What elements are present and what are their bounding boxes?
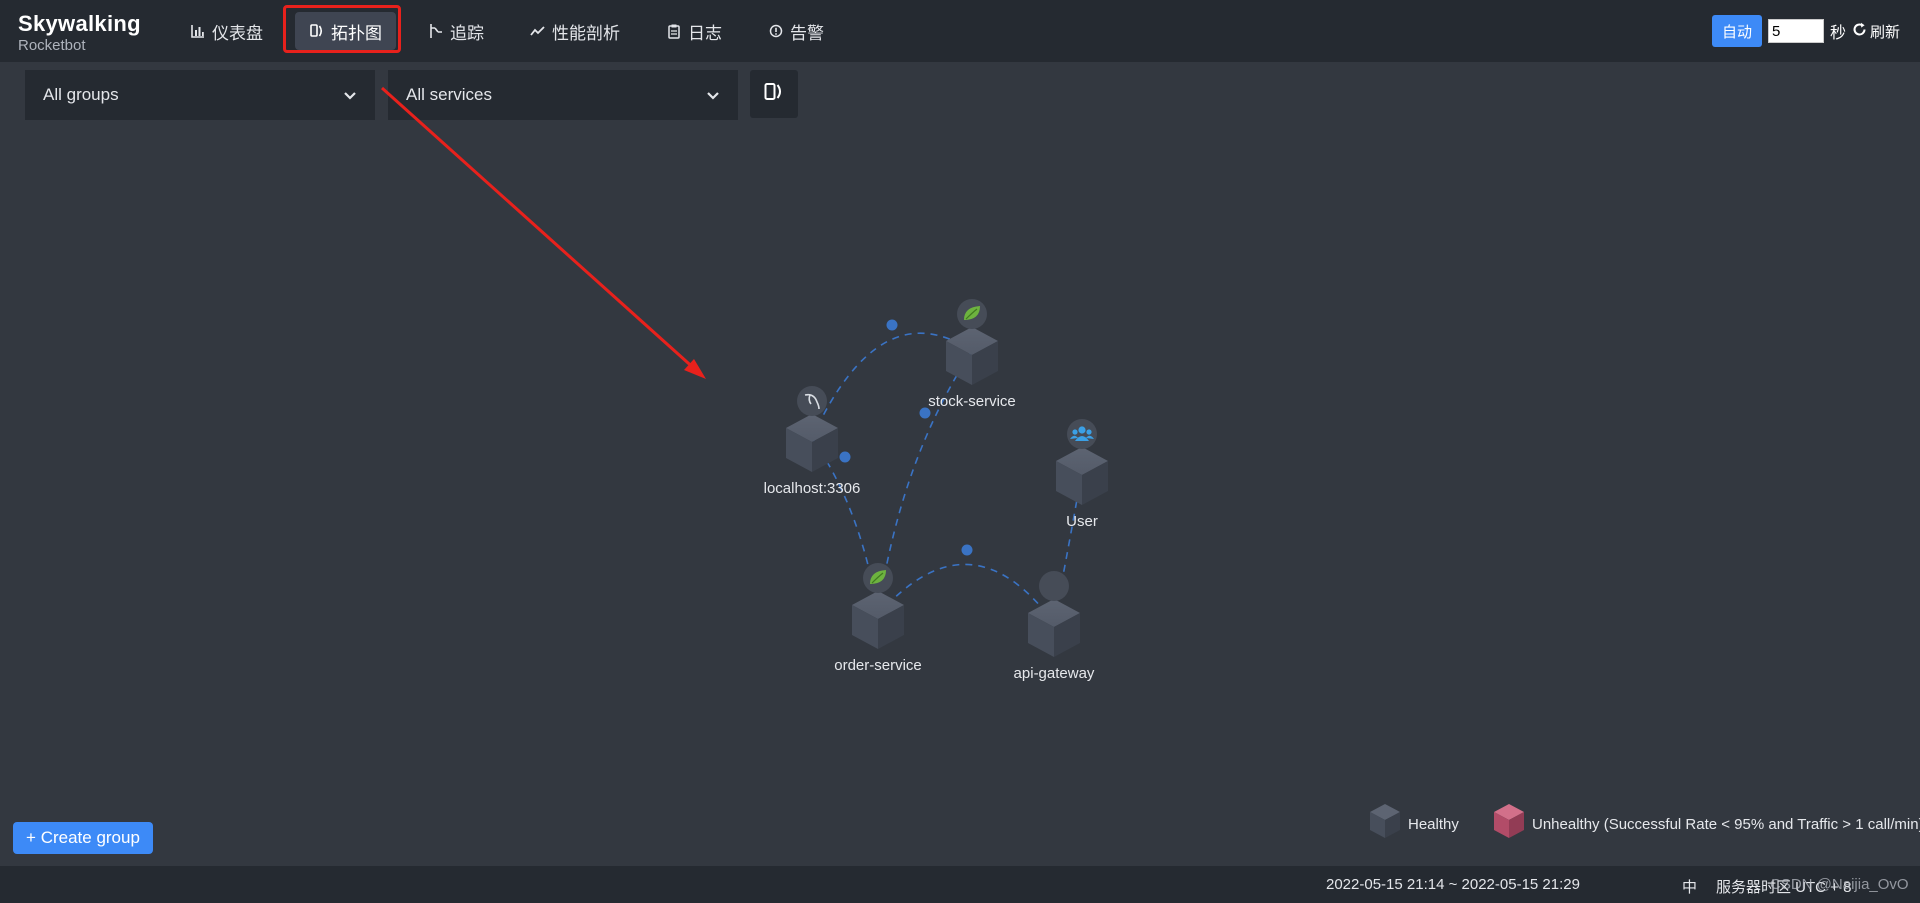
legend-unhealthy-label: Unhealthy (Successful Rate < 95% and Tra… [1532, 815, 1920, 833]
service-cube [786, 414, 838, 472]
topology-node-db[interactable]: localhost:3306 [764, 386, 861, 497]
refresh-interval-input[interactable] [1767, 19, 1824, 43]
skywalking-logo: Skywalking [18, 11, 141, 36]
legend-unhealthy-cube [1494, 804, 1524, 838]
top-bar: Skywalking Rocketbot 仪表盘 拓扑图 追踪 性能剖析 日志 … [0, 0, 1920, 62]
topology-view-toggle-button[interactable] [750, 70, 798, 118]
refresh-button[interactable]: 刷新 [1852, 21, 1900, 42]
footer-bar: 2022-05-15 21:14 ~ 2022-05-15 21:29 中 服务… [0, 866, 1920, 903]
bar-chart-icon [190, 23, 206, 39]
nav-item-alarm[interactable]: 告警 [754, 12, 838, 50]
annotation-arrow [380, 86, 699, 373]
refresh-icon [1852, 22, 1867, 41]
legend-healthy-label: Healthy [1408, 815, 1459, 833]
service-select-value: All services [406, 85, 492, 104]
nav-item-trace[interactable]: 追踪 [414, 12, 498, 50]
topology-node-stock[interactable]: stock-service [928, 299, 1016, 410]
node-label: order-service [834, 657, 922, 674]
node-label: stock-service [928, 393, 1016, 410]
group-select[interactable]: All groups [25, 70, 375, 120]
node-label: api-gateway [1014, 665, 1095, 682]
nav-item-logs[interactable]: 日志 [652, 12, 736, 50]
legend-healthy: Healthy [1408, 804, 1459, 844]
service-select[interactable]: All services [388, 70, 738, 120]
topology-nodes: stock-service localhost:3306 User order-ser… [764, 299, 1108, 682]
mysql-dolphin-icon [797, 386, 827, 416]
nav-label-trace: 追踪 [450, 23, 484, 43]
create-group-button[interactable]: + Create group [13, 822, 153, 854]
nav-label-topology: 拓扑图 [331, 23, 382, 43]
seconds-label: 秒 [1829, 25, 1846, 42]
alarm-icon [768, 23, 784, 39]
nav-item-topology[interactable]: 拓扑图 [295, 12, 396, 50]
topology-link-order-gateway[interactable] [877, 544, 1055, 624]
link-call-dot[interactable] [961, 544, 973, 556]
node-label: localhost:3306 [764, 480, 861, 497]
chevron-down-icon [343, 91, 357, 100]
topology-graph: stock-service localhost:3306 User order-ser… [380, 86, 1524, 838]
link-call-dot[interactable] [886, 319, 898, 331]
topology-icon [309, 23, 325, 39]
clipboard-icon [666, 23, 682, 39]
brand: Skywalking Rocketbot [18, 12, 141, 55]
language-toggle[interactable]: 中 [1682, 876, 1697, 897]
main-nav: 仪表盘 拓扑图 追踪 性能剖析 日志 告警 [176, 12, 856, 50]
csdn-watermark: CSDN @Naijia_OvO [1770, 876, 1909, 893]
chevron-down-icon [706, 91, 720, 100]
refresh-label: 刷新 [1869, 23, 1900, 41]
topology-node-user[interactable]: User [1056, 419, 1108, 530]
nav-label-profiling: 性能剖析 [552, 23, 620, 43]
service-cube [946, 327, 998, 385]
auto-refresh-button[interactable]: 自动 [1711, 15, 1762, 47]
time-range[interactable]: 2022-05-15 21:14 ~ 2022-05-15 21:29 [1326, 876, 1580, 893]
legend-healthy-cube [1370, 804, 1400, 838]
nav-item-profiling[interactable]: 性能剖析 [516, 12, 634, 50]
link-line [877, 563, 1055, 624]
group-select-value: All groups [43, 85, 119, 104]
annotation-arrow-head [684, 359, 706, 379]
topology-node-gateway[interactable]: api-gateway [1014, 571, 1095, 682]
brand-subtitle: Rocketbot [18, 37, 86, 54]
app-window: Skywalking Rocketbot 仪表盘 拓扑图 追踪 性能剖析 日志 … [0, 0, 1920, 903]
trace-icon [428, 23, 444, 39]
nav-label-dashboard: 仪表盘 [212, 23, 263, 43]
nav-item-dashboard[interactable]: 仪表盘 [176, 12, 277, 50]
spring-leaf-icon [863, 563, 893, 593]
topology-icon [764, 81, 784, 108]
spring-leaf-icon [957, 299, 987, 329]
gateway-icon [1039, 571, 1069, 601]
service-cube [1028, 599, 1080, 657]
topology-node-order[interactable]: order-service [834, 563, 922, 674]
service-cube [1056, 447, 1108, 505]
users-icon [1067, 419, 1097, 449]
service-cube [852, 591, 904, 649]
refresh-controls: 自动 秒 刷新 [1711, 15, 1900, 47]
topology-link-db-stock[interactable] [811, 319, 973, 439]
legend-unhealthy: Unhealthy (Successful Rate < 95% and Tra… [1532, 804, 1920, 844]
link-call-dot[interactable] [839, 451, 851, 463]
node-label: User [1066, 513, 1098, 530]
nav-label-alarm: 告警 [790, 23, 824, 43]
line-chart-icon [530, 23, 546, 39]
nav-label-logs: 日志 [688, 23, 722, 43]
